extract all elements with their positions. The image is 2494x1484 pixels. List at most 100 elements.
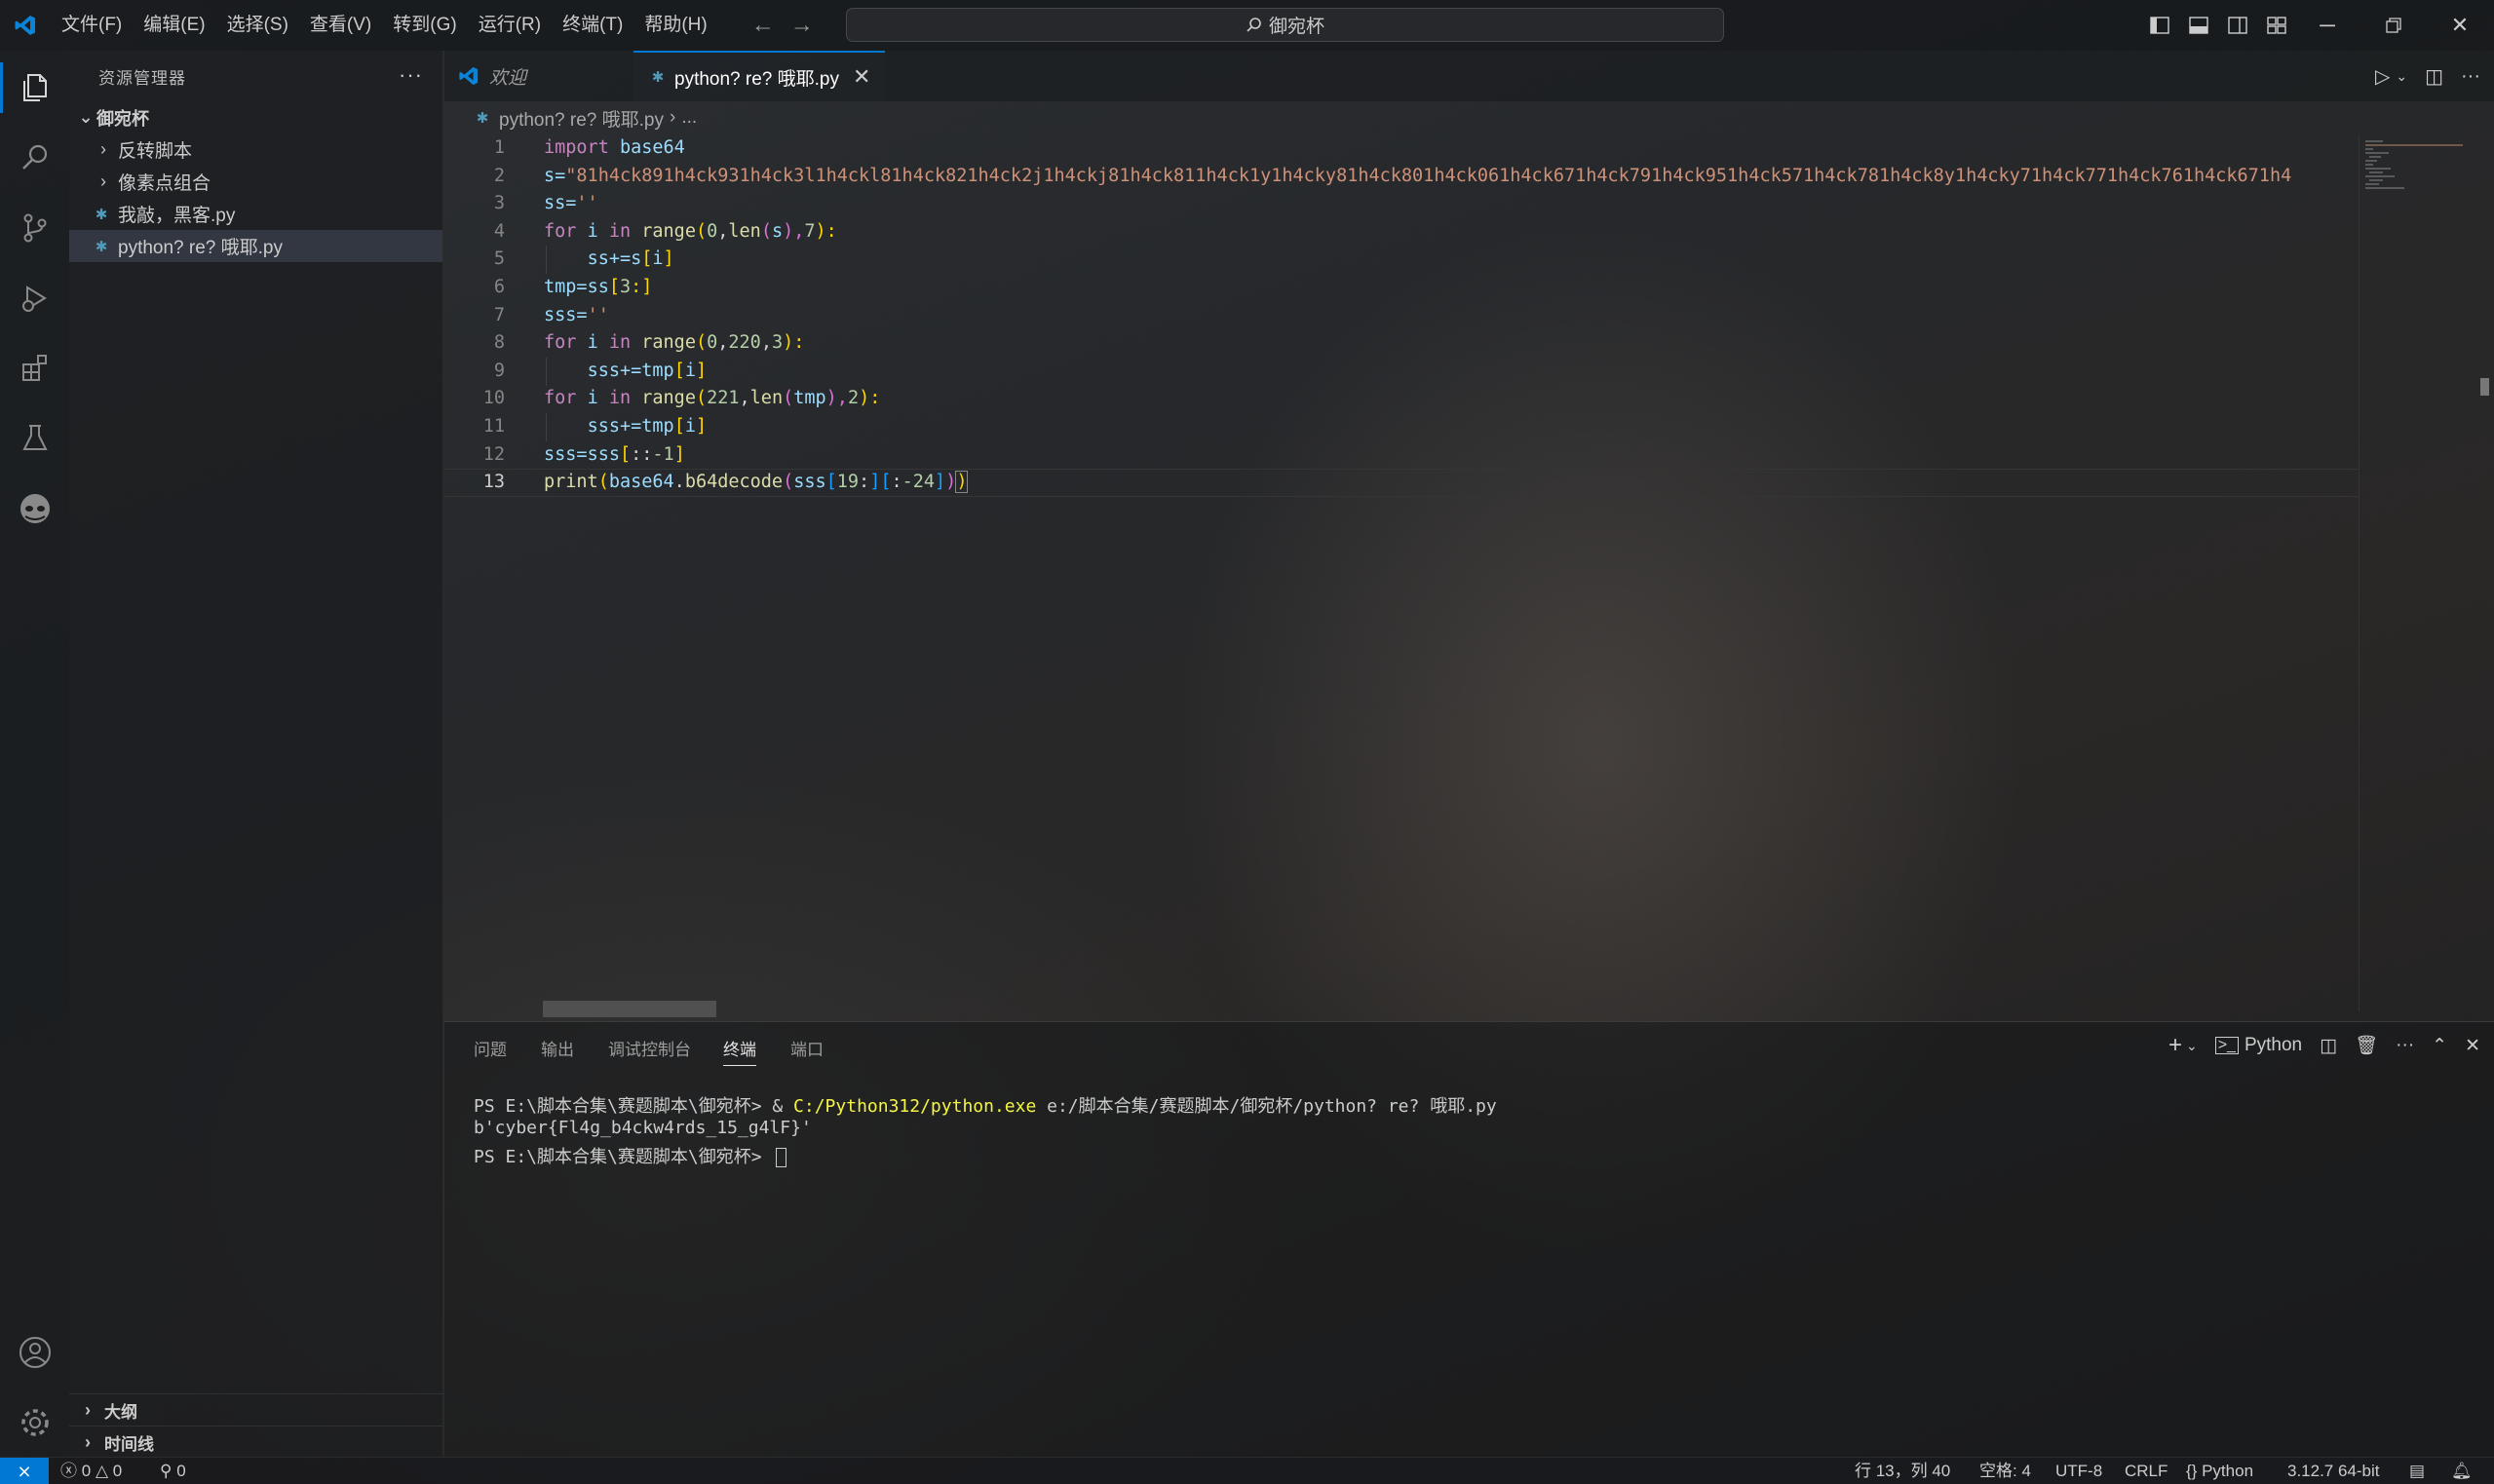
- new-terminal-icon[interactable]: +: [2168, 1032, 2182, 1059]
- split-editor-icon[interactable]: ◫: [2425, 64, 2443, 89]
- tab-python-file[interactable]: ✱ python? re? 哦耶.py ✕: [633, 51, 885, 101]
- terminal-selector[interactable]: >_ Python: [2214, 1035, 2303, 1056]
- tree-item-folder[interactable]: › 像素点组合: [69, 166, 442, 198]
- line-number: 3: [493, 193, 505, 214]
- restore-icon[interactable]: [2360, 0, 2427, 51]
- indentation-status[interactable]: 空格: 4: [1979, 1458, 2031, 1484]
- close-panel-icon[interactable]: ✕: [2465, 1035, 2480, 1057]
- notifications-bell-icon[interactable]: 🔔︎: [2451, 1458, 2473, 1484]
- more-actions-icon[interactable]: ···: [399, 62, 423, 88]
- menu-terminal[interactable]: 终端(T): [552, 0, 633, 51]
- horizontal-scrollbar-thumb[interactable]: [543, 1001, 716, 1017]
- code-token: tmp: [793, 388, 826, 409]
- tab-ports[interactable]: 端口: [790, 1036, 824, 1060]
- minimap-line: [2365, 140, 2383, 142]
- menu-file[interactable]: 文件(F): [51, 0, 133, 51]
- line-number: 5: [493, 248, 505, 270]
- terminal-shell-label: Python: [2244, 1035, 2303, 1055]
- minimap[interactable]: [2359, 134, 2475, 1011]
- command-center-search[interactable]: 御宛杯: [846, 8, 1724, 42]
- problems-status[interactable]: ⓧ 0 △ 0: [60, 1458, 122, 1484]
- encoding-status[interactable]: UTF-8: [2055, 1458, 2102, 1484]
- eol-status[interactable]: CRLF: [2125, 1458, 2168, 1484]
- ports-status[interactable]: ⚲ 0: [160, 1458, 186, 1484]
- settings-gear-icon[interactable]: [0, 1388, 69, 1458]
- timeline-section[interactable]: › 时间线: [69, 1426, 443, 1458]
- menu-view[interactable]: 查看(V): [299, 0, 382, 51]
- tab-terminal[interactable]: 终端: [723, 1036, 756, 1066]
- source-control-icon[interactable]: [0, 193, 69, 263]
- kill-terminal-trash-icon[interactable]: 🗑: [2355, 1034, 2378, 1057]
- extensions-icon[interactable]: [0, 333, 69, 403]
- folder-root[interactable]: ⌄ 御宛杯: [69, 101, 442, 133]
- remote-indicator-icon[interactable]: ⨯: [0, 1458, 49, 1484]
- toggle-secondary-sidebar-icon[interactable]: [2218, 0, 2257, 51]
- python-file-icon: ✱: [651, 69, 665, 86]
- minimap-line: [2365, 175, 2395, 177]
- close-tab-icon[interactable]: ✕: [853, 64, 870, 90]
- tree-item-file[interactable]: ✱ 我敲，黑客.py: [69, 198, 442, 230]
- code-token: i: [684, 360, 696, 381]
- menu-go[interactable]: 转到(G): [382, 0, 467, 51]
- split-terminal-icon[interactable]: ◫: [2320, 1035, 2337, 1057]
- terminal-line: PS E:\脚本合集\赛题脚本\御宛杯> & C:/Python312/pyth…: [474, 1092, 1497, 1118]
- code-token: (: [597, 472, 609, 493]
- sidebar-title: 资源管理器: [98, 68, 186, 88]
- terminal-command: C:/Python312/python.exe: [793, 1096, 1037, 1117]
- tree-item-file-selected[interactable]: ✱ python? re? 哦耶.py: [69, 230, 442, 262]
- explorer-icon[interactable]: [0, 53, 69, 123]
- copilot-icon[interactable]: [0, 474, 69, 544]
- feedback-icon[interactable]: ▤: [2409, 1458, 2425, 1484]
- minimap-line: [2369, 171, 2383, 173]
- more-actions-icon[interactable]: ···: [2396, 1035, 2414, 1056]
- cursor-position[interactable]: 行 13，列 40: [1855, 1458, 1950, 1484]
- code-token: (: [783, 472, 794, 493]
- outline-section[interactable]: › 大纲: [69, 1393, 443, 1426]
- code-token: ::: [631, 443, 653, 465]
- chevron-right-icon: ›: [100, 139, 106, 159]
- code-token: base64: [619, 137, 685, 158]
- search-icon[interactable]: [0, 123, 69, 193]
- code-token: [: [608, 277, 620, 297]
- menu-edit[interactable]: 编辑(E): [133, 0, 215, 51]
- breadcrumb-more[interactable]: ...: [681, 107, 697, 129]
- code-editor[interactable]: 1 import base64 2 s="81h4ck891h4ck931h4ck3…: [444, 134, 2359, 1011]
- tab-output[interactable]: 输出: [541, 1036, 574, 1060]
- python-file-icon: ✱: [95, 206, 108, 223]
- run-dropdown-icon[interactable]: ⌄: [2396, 68, 2407, 85]
- back-arrow-icon[interactable]: ←: [744, 12, 783, 39]
- account-icon[interactable]: [0, 1317, 69, 1388]
- tab-welcome[interactable]: 欢迎: [458, 51, 624, 101]
- close-icon[interactable]: ✕: [2427, 0, 2493, 51]
- language-mode[interactable]: {} Python: [2186, 1458, 2253, 1484]
- forward-arrow-icon[interactable]: →: [783, 12, 822, 39]
- python-interpreter[interactable]: 3.12.7 64-bit: [2287, 1458, 2380, 1484]
- python-file-icon: ✱: [95, 238, 108, 255]
- minimize-icon[interactable]: ─: [2294, 0, 2360, 51]
- terminal-dropdown-icon[interactable]: ⌄: [2186, 1038, 2198, 1054]
- tab-problems[interactable]: 问题: [474, 1036, 507, 1060]
- tab-label: 欢迎: [489, 67, 527, 89]
- terminal-line[interactable]: PS E:\脚本合集\赛题脚本\御宛杯>: [474, 1143, 787, 1168]
- code-token: (: [760, 220, 772, 242]
- menu-selection[interactable]: 选择(S): [216, 0, 299, 51]
- breadcrumb-file[interactable]: python? re? 哦耶.py: [499, 105, 664, 132]
- menu-help[interactable]: 帮助(H): [633, 0, 717, 51]
- run-python-file-icon[interactable]: ▷: [2375, 64, 2390, 89]
- code-line: 4 for i in range(0,len(s),7):: [444, 218, 2359, 247]
- minimap-line: [2369, 179, 2383, 181]
- menu-run[interactable]: 运行(R): [468, 0, 552, 51]
- toggle-primary-sidebar-icon[interactable]: [2140, 0, 2179, 51]
- terminal-argument: e:/脚本合集/赛题脚本/御宛杯/python? re? 哦耶.py: [1036, 1096, 1497, 1117]
- vertical-scrollbar[interactable]: [2475, 134, 2494, 1011]
- toggle-panel-icon[interactable]: [2179, 0, 2218, 51]
- editor-tab-bar: 欢迎 ✱ python? re? 哦耶.py ✕ ▷ ⌄ ◫ ···: [444, 51, 2494, 101]
- customize-layout-icon[interactable]: [2257, 0, 2296, 51]
- code-line-current: 13 print(base64.b64decode(sss[19:][:-24])…: [444, 469, 2359, 497]
- testing-icon[interactable]: [0, 403, 69, 474]
- maximize-panel-chevron-up-icon[interactable]: ⌃: [2432, 1035, 2447, 1057]
- more-actions-icon[interactable]: ···: [2461, 65, 2480, 88]
- run-debug-icon[interactable]: [0, 263, 69, 333]
- tree-item-folder[interactable]: › 反转脚本: [69, 133, 442, 166]
- tab-debug-console[interactable]: 调试控制台: [608, 1036, 691, 1060]
